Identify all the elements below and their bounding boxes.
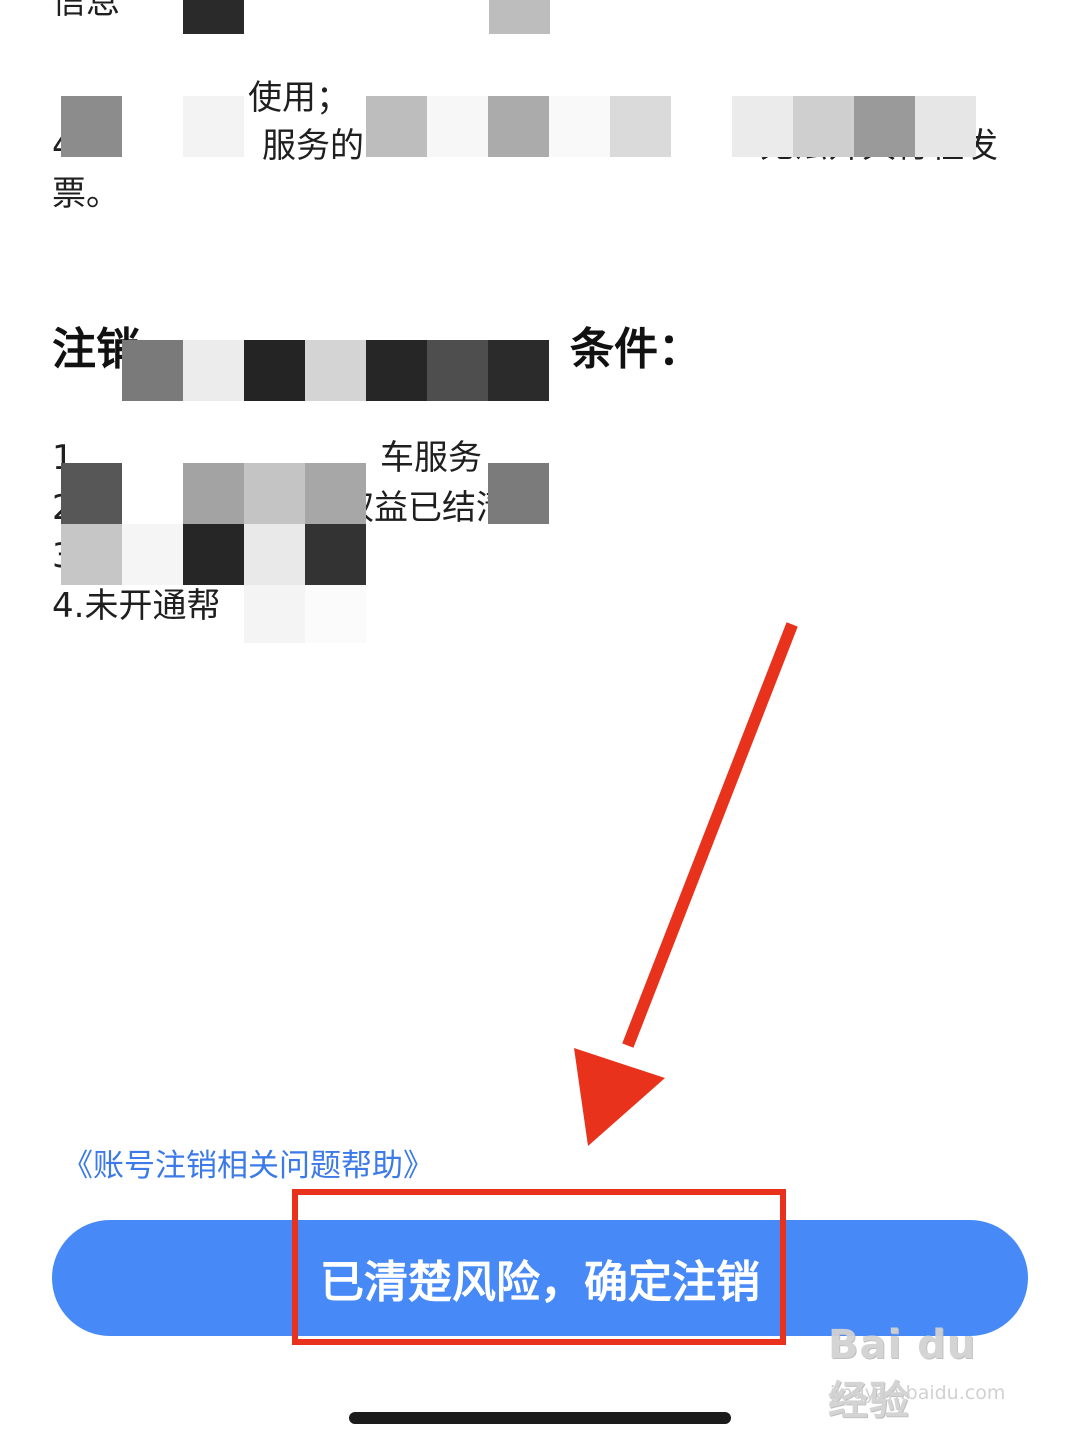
redaction-mosaic-list [61, 463, 549, 585]
redaction-mosaic-line4 [61, 96, 1037, 157]
redaction-mosaic-top [183, 0, 244, 34]
watermark-url: jingyan.baidu.com [830, 1382, 1006, 1404]
home-indicator[interactable] [349, 1412, 731, 1424]
body-text-top-partial: 信息 [52, 0, 120, 22]
confirm-cancellation-label: 已清楚风险，确定注销 [320, 1257, 760, 1308]
watermark-brand: Bai du 经验 [828, 1322, 977, 1424]
confirm-cancellation-button[interactable]: 已清楚风险，确定注销 [52, 1220, 1028, 1336]
section-heading-end: 条件： [570, 324, 702, 375]
list-item-4-text: 4.未开通帮 [52, 586, 221, 626]
redaction-mosaic-top-right [489, 0, 550, 34]
body-text-item4-wrap: 票。 [52, 174, 120, 214]
redaction-mosaic-heading [122, 340, 549, 401]
red-arrow-icon [574, 622, 798, 1146]
baidu-jingyan-watermark: Bai du 经验 jingyan.baidu.com [828, 1322, 1028, 1424]
account-cancellation-help-link[interactable]: 《账号注销相关问题帮助》 [62, 1146, 434, 1186]
redaction-mosaic-list-bottom [244, 585, 366, 643]
